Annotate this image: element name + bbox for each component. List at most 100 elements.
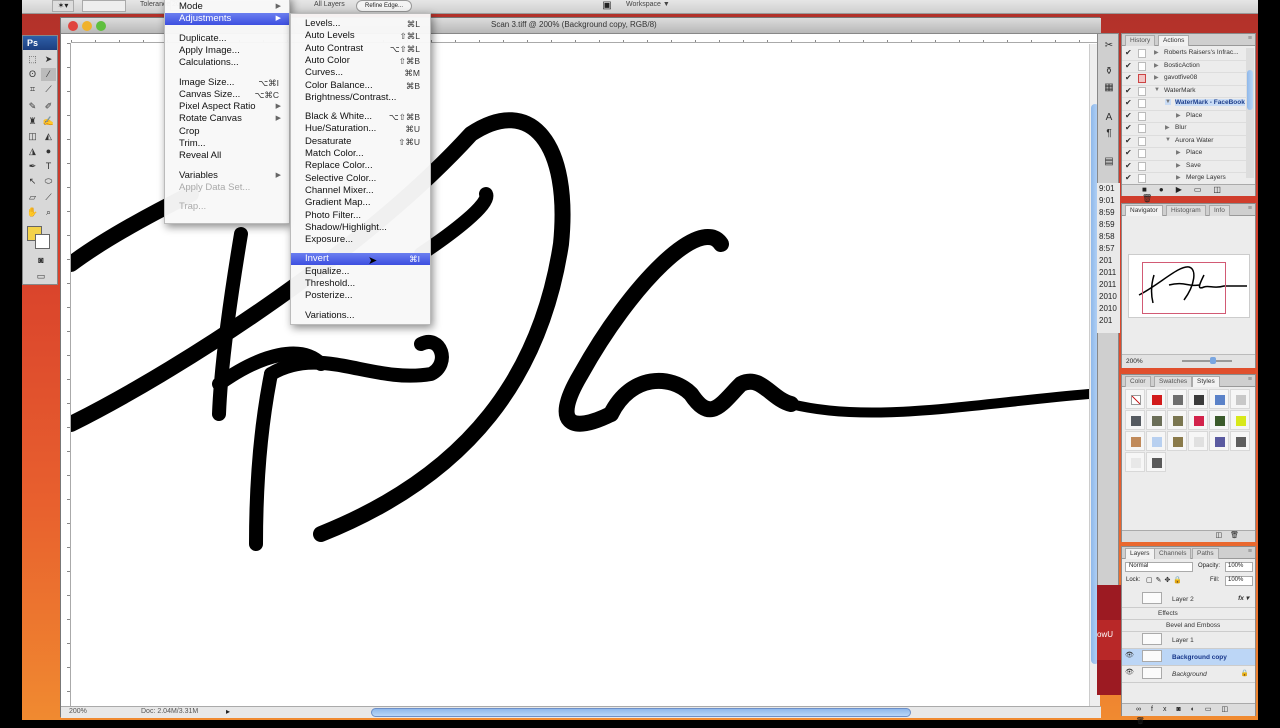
menu-item-invert[interactable]: Invert ⌘I — [291, 253, 430, 266]
menu-item-brightness-contrast[interactable]: Brightness/Contrast... — [291, 92, 430, 104]
navigator-view-box[interactable] — [1142, 262, 1226, 314]
new-layer-icon[interactable]: ◫ — [1222, 706, 1239, 713]
path-selection-icon[interactable]: ↖ — [25, 175, 40, 188]
style-swatch[interactable] — [1125, 389, 1145, 409]
menu-item-pixel-aspect-ratio[interactable]: Pixel Aspect Ratio ▶ — [165, 101, 289, 113]
refine-edge-button[interactable]: Refine Edge... — [356, 0, 412, 12]
delete-style-icon[interactable]: 🗑 — [1230, 532, 1247, 539]
action-toggle-checkbox[interactable]: ✔ — [1125, 86, 1132, 95]
notes-tool-icon[interactable]: ▱ — [25, 191, 40, 204]
workspace-menu[interactable]: Workspace ▼ — [626, 1, 670, 8]
action-toggle-checkbox[interactable]: ✔ — [1125, 111, 1132, 120]
crop-tool-icon[interactable]: ⌗ — [25, 83, 40, 96]
menu-item-apply-image[interactable]: Apply Image... — [165, 45, 289, 57]
action-toggle-checkbox[interactable]: ✔ — [1125, 73, 1132, 82]
menu-item-reveal-all[interactable]: Reveal All — [165, 150, 289, 162]
adjustment-layer-icon[interactable]: ◐ — [1191, 706, 1205, 713]
collapse-triangle-icon[interactable]: ▼ — [1154, 87, 1160, 93]
dialog-toggle-checkbox[interactable] — [1138, 111, 1146, 121]
menu-item-auto-contrast[interactable]: Auto Contrast ⌥⇧⌘L — [291, 43, 430, 55]
tool-presets-icon[interactable]: ✂ — [1101, 40, 1117, 54]
layer-visibility-eye-icon[interactable] — [1125, 593, 1135, 603]
link-layers-icon[interactable]: ∞ — [1136, 706, 1151, 713]
style-swatch[interactable] — [1125, 410, 1145, 430]
eyedropper-icon[interactable]: ⟋ — [41, 191, 56, 204]
action-row[interactable]: ✔ ▶ Merge Layers — [1122, 173, 1246, 186]
zoom-tool-icon[interactable]: ⌕ — [41, 206, 56, 219]
action-toggle-checkbox[interactable]: ✔ — [1125, 123, 1132, 132]
menu-item-exposure[interactable]: Exposure... — [291, 234, 430, 246]
style-swatch[interactable] — [1188, 410, 1208, 430]
action-row[interactable]: ✔ ▶ Place — [1122, 148, 1246, 161]
action-toggle-checkbox[interactable]: ✔ — [1125, 173, 1132, 182]
zoom-level[interactable]: 200% — [69, 708, 87, 715]
eraser-tool-icon[interactable]: ◫ — [25, 130, 40, 143]
menu-item-match-color[interactable]: Match Color... — [291, 148, 430, 160]
fill-input[interactable]: 100% — [1225, 576, 1253, 586]
menu-item-replace-color[interactable]: Replace Color... — [291, 160, 430, 172]
add-mask-icon[interactable]: ◙ — [1176, 706, 1190, 713]
layer-row[interactable]: 👁 Background copy — [1122, 649, 1255, 666]
tab-layers[interactable]: Layers — [1125, 548, 1155, 559]
new-set-icon[interactable]: ▭ — [1194, 185, 1214, 194]
style-swatch[interactable] — [1209, 410, 1229, 430]
dodge-tool-icon[interactable]: ● — [41, 145, 56, 158]
tab-info[interactable]: Info — [1209, 205, 1230, 216]
menu-item-channel-mixer[interactable]: Channel Mixer... — [291, 185, 430, 197]
layer-row[interactable]: Layer 1 — [1122, 632, 1255, 649]
status-menu-arrow-icon[interactable]: ▸ — [226, 707, 230, 716]
panel-menu-icon[interactable]: ≡ — [1248, 205, 1252, 212]
navigator-zoom-slider[interactable] — [1182, 360, 1232, 362]
play-icon[interactable]: ▶ — [1176, 185, 1194, 194]
tab-swatches[interactable]: Swatches — [1154, 376, 1193, 387]
blend-mode-select[interactable]: Normal — [1125, 562, 1193, 572]
style-swatch[interactable] — [1146, 389, 1166, 409]
tab-paths[interactable]: Paths — [1192, 548, 1219, 559]
dialog-toggle-checkbox[interactable] — [1138, 99, 1146, 108]
character-icon[interactable]: A — [1101, 112, 1117, 126]
expand-triangle-icon[interactable]: ▶ — [1154, 49, 1159, 56]
expand-triangle-icon[interactable]: ▶ — [1176, 174, 1181, 181]
dialog-toggle-checkbox[interactable] — [1138, 161, 1146, 171]
action-row[interactable]: ✔ ▶ BosticAction — [1122, 61, 1246, 73]
style-swatch[interactable] — [1146, 410, 1166, 430]
delete-layer-icon[interactable]: 🗑 — [1136, 718, 1155, 725]
shape-tool-icon[interactable]: ⬭ — [41, 175, 56, 188]
actions-scrollbar[interactable] — [1246, 48, 1254, 178]
marquee-tool-icon[interactable]: ⬚ — [25, 53, 40, 66]
menu-item-levels[interactable]: Levels... ⌘L — [291, 18, 430, 30]
style-swatch[interactable] — [1125, 452, 1145, 472]
menu-item-variables[interactable]: Variables ▶ — [165, 170, 289, 182]
horizontal-scroll-thumb[interactable] — [371, 708, 911, 717]
action-row[interactable]: ✔ ▼ WaterMark - FaceBook — [1122, 98, 1246, 111]
style-swatch[interactable] — [1230, 410, 1250, 430]
tab-history[interactable]: History — [1125, 35, 1156, 46]
action-row[interactable]: ✔ ▶ Blur — [1122, 123, 1246, 136]
lock-buttons[interactable]: ▢✎✥🔒 — [1146, 576, 1185, 584]
menu-item-crop[interactable]: Crop — [165, 126, 289, 138]
dialog-toggle-checkbox[interactable] — [1138, 149, 1146, 158]
layer-effect-row[interactable]: Bevel and Emboss — [1122, 620, 1255, 632]
action-toggle-checkbox[interactable]: ✔ — [1125, 48, 1132, 57]
action-toggle-checkbox[interactable]: ✔ — [1125, 61, 1132, 70]
style-swatch[interactable] — [1167, 389, 1187, 409]
opacity-input[interactable]: 100% — [1225, 562, 1253, 572]
history-brush-icon[interactable]: ✍ — [41, 115, 56, 128]
expand-triangle-icon[interactable]: ▶ — [1154, 74, 1159, 81]
action-row[interactable]: ✔ ▶ gavotfive08 — [1122, 73, 1246, 86]
lasso-tool-icon[interactable]: ʘ — [25, 68, 40, 81]
menu-item-threshold[interactable]: Threshold... — [291, 278, 430, 290]
action-toggle-checkbox[interactable]: ✔ — [1125, 161, 1132, 170]
minimize-window-button[interactable] — [82, 21, 92, 31]
expand-triangle-icon[interactable]: ▶ — [1176, 149, 1181, 156]
record-icon[interactable]: ● — [1159, 185, 1176, 194]
menu-item-color-balance[interactable]: Color Balance... ⌘B — [291, 80, 430, 92]
healing-brush-icon[interactable]: ✎ — [25, 100, 40, 113]
menu-item-shadow-highlight[interactable]: Shadow/Highlight... — [291, 222, 430, 234]
magic-wand-tool-preset[interactable]: ✶▾ — [52, 0, 74, 12]
expand-triangle-icon[interactable]: ▶ — [1165, 124, 1170, 131]
action-row[interactable]: ✔ ▼ Aurora Water — [1122, 136, 1246, 148]
clone-source-icon[interactable]: ▦ — [1101, 82, 1117, 96]
layer-visibility-eye-icon[interactable]: 👁 — [1125, 651, 1135, 661]
brush-tool-icon[interactable]: ✐ — [41, 100, 56, 113]
